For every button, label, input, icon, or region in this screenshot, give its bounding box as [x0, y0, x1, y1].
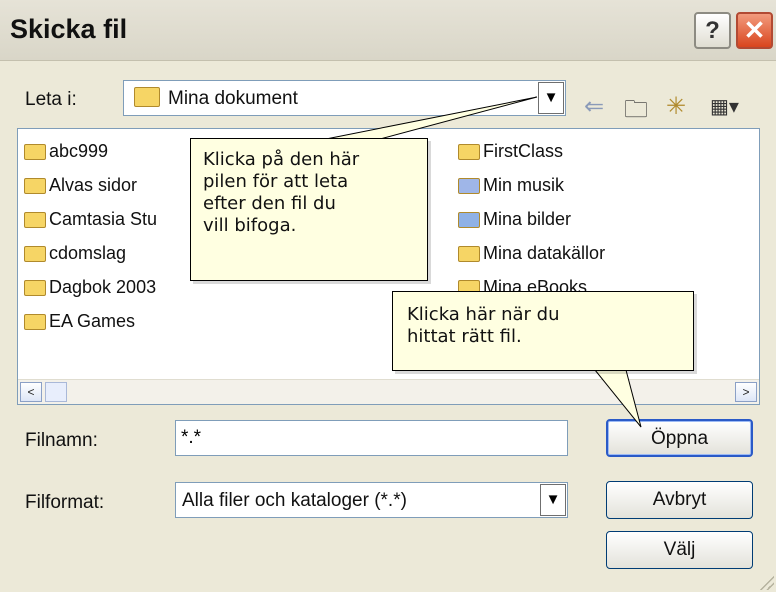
folder-icon: [24, 314, 46, 331]
filename-label: Filnamn:: [25, 430, 98, 451]
scroll-thumb[interactable]: [45, 382, 67, 402]
list-item-label: FirstClass: [483, 141, 563, 161]
list-item-label: Camtasia Stu: [49, 209, 158, 229]
title-bar: Skicka fil ? ✕: [0, 0, 776, 61]
open-button[interactable]: Öppna: [606, 419, 753, 457]
music-folder-icon: [458, 178, 480, 195]
dropdown-hint-callout: Klicka på den här pilen för att leta eft…: [190, 138, 428, 281]
lookin-dropdown-arrow[interactable]: ▼: [538, 82, 564, 114]
folder-icon: [24, 144, 46, 161]
lookin-label: Leta i:: [25, 89, 77, 110]
pictures-folder-icon: [458, 212, 480, 229]
horizontal-scrollbar[interactable]: < >: [18, 379, 759, 404]
views-menu-icon[interactable]: ▦▾: [710, 94, 739, 119]
datasource-folder-icon: [458, 246, 480, 263]
folder-icon: [24, 280, 46, 297]
list-item[interactable]: Alvas sidor: [24, 173, 137, 197]
list-item[interactable]: Min musik: [458, 173, 564, 197]
cancel-button[interactable]: Avbryt: [606, 481, 753, 519]
filetype-dropdown-arrow[interactable]: ▼: [540, 484, 566, 516]
list-item[interactable]: Mina datakällor: [458, 241, 605, 265]
open-hint-callout: Klicka här när du hittat rätt fil.: [392, 291, 694, 371]
list-item[interactable]: FirstClass: [458, 139, 563, 163]
select-button[interactable]: Välj: [606, 531, 753, 569]
filetype-select[interactable]: Alla filer och kataloger (*.*) ▼: [175, 482, 568, 518]
list-item[interactable]: Mina bilder: [458, 207, 571, 231]
window-title: Skicka fil: [10, 14, 128, 44]
folder-icon: [24, 178, 46, 195]
filetype-label: Filformat:: [25, 492, 105, 513]
documents-folder-icon: [134, 87, 163, 107]
list-item-label: EA Games: [49, 311, 136, 331]
lookin-combo[interactable]: Mina dokument ▼: [123, 80, 566, 116]
list-item-label: Mina bilder: [483, 209, 572, 229]
list-item[interactable]: EA Games: [24, 309, 135, 333]
list-item-label: Mina datakällor: [483, 243, 606, 263]
new-folder-icon[interactable]: ✳: [666, 92, 686, 121]
back-icon[interactable]: ⇐: [584, 92, 604, 121]
filetype-value: Alla filer och kataloger (*.*): [182, 490, 407, 511]
folder-icon: [24, 246, 46, 263]
list-item[interactable]: abc999: [24, 139, 108, 163]
resize-grip-icon[interactable]: [758, 574, 774, 590]
filename-input[interactable]: [175, 420, 568, 456]
lookin-value: Mina dokument: [168, 88, 298, 109]
list-item[interactable]: Dagbok 2003: [24, 275, 156, 299]
folder-icon: [24, 212, 46, 229]
list-item[interactable]: Camtasia Stu: [24, 207, 157, 231]
help-button[interactable]: ?: [694, 12, 731, 49]
up-folder-icon[interactable]: 🗀: [624, 92, 648, 133]
list-item-label: Dagbok 2003: [49, 277, 157, 297]
list-item-label: Alvas sidor: [49, 175, 138, 195]
list-item-label: abc999: [49, 141, 109, 161]
scroll-right-button[interactable]: >: [735, 382, 757, 402]
list-item[interactable]: cdomslag: [24, 241, 126, 265]
list-item-label: Min musik: [483, 175, 565, 195]
scroll-left-button[interactable]: <: [20, 382, 42, 402]
close-button[interactable]: ✕: [736, 12, 773, 49]
folder-icon: [458, 144, 480, 161]
list-item-label: cdomslag: [49, 243, 127, 263]
